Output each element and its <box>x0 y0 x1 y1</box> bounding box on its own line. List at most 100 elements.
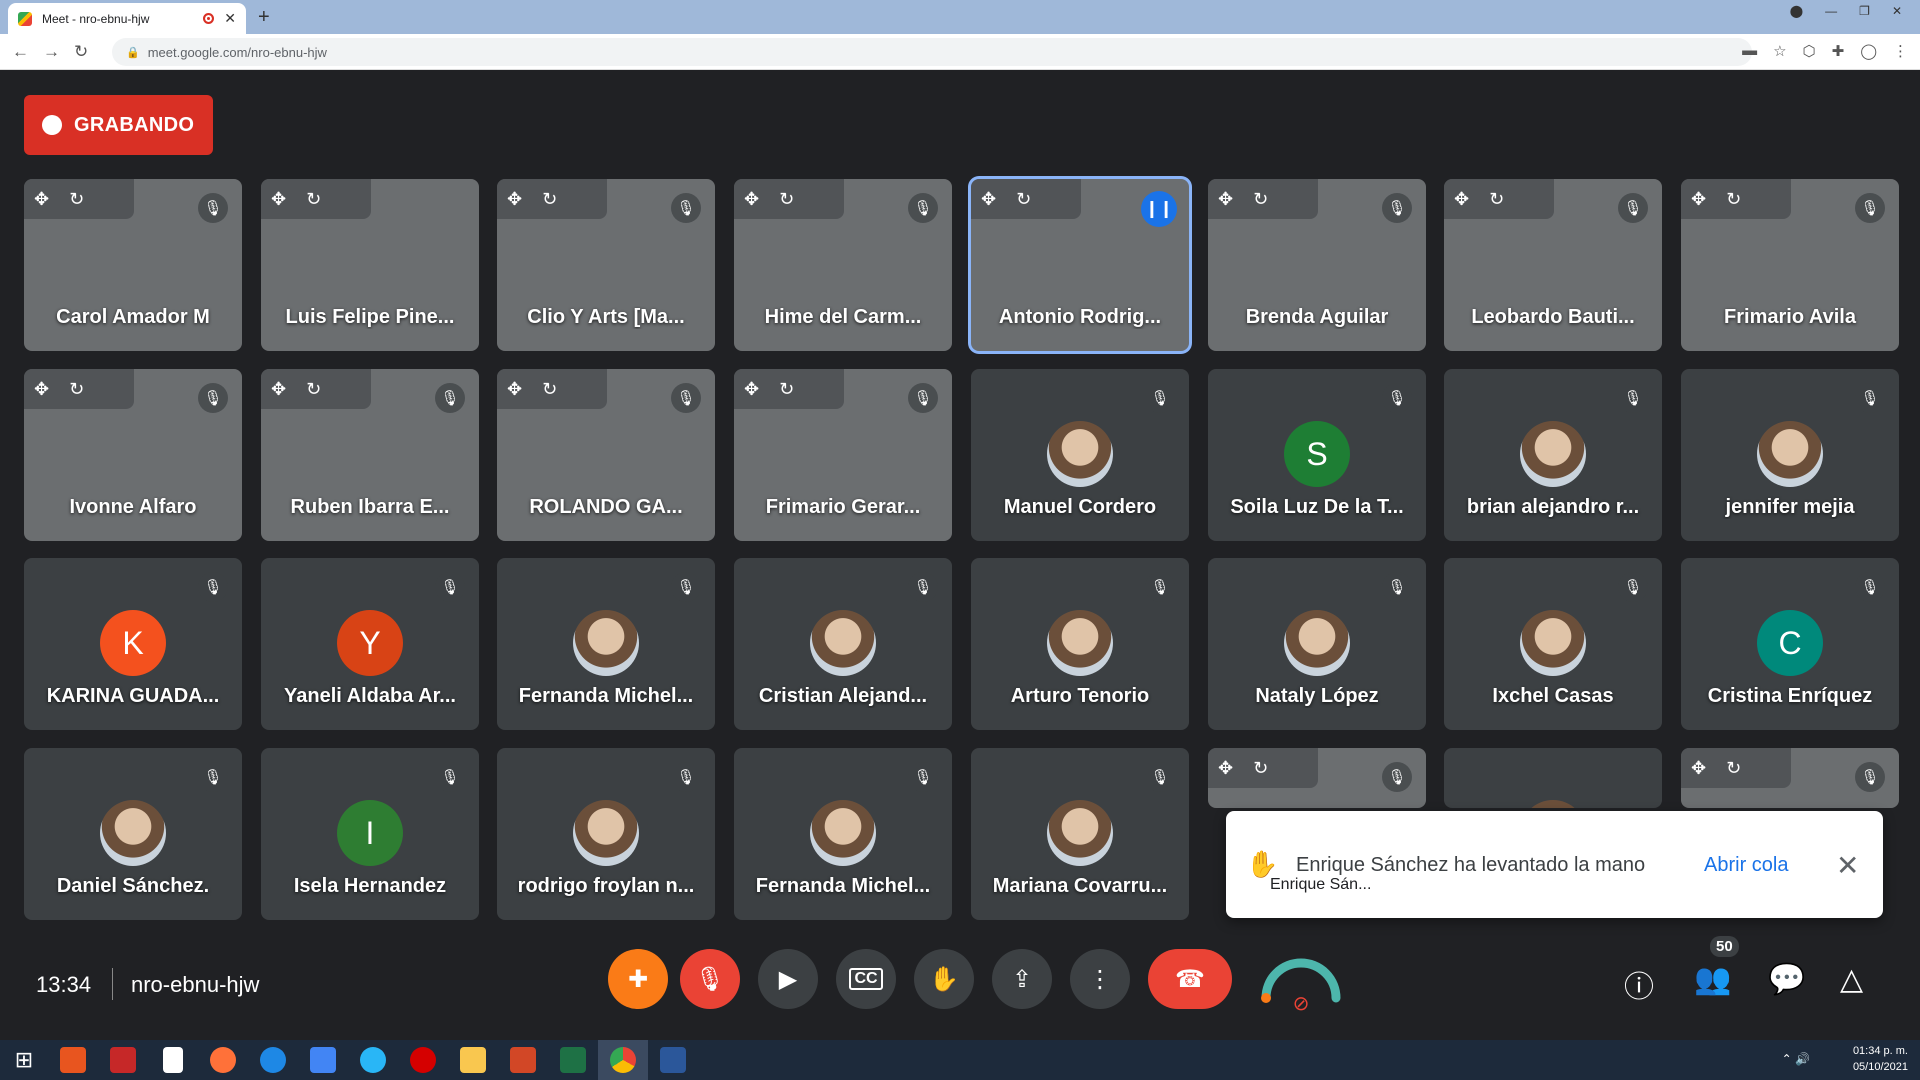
raise-hand-button[interactable]: ✋ <box>914 949 974 1009</box>
participant-tile[interactable]: ✥ ↻ 🎙 Ruben Ibarra E... <box>261 369 479 541</box>
refresh-icon[interactable]: ↻ <box>69 379 84 400</box>
profile-menu-icon[interactable]: ⬤ <box>1790 4 1803 18</box>
participant-tile[interactable]: 🎙 Daniel Sánchez. <box>24 748 242 920</box>
participant-tile[interactable]: 🎙 Ixchel Casas <box>1444 558 1662 730</box>
taskbar-app-calendar-icon[interactable] <box>98 1040 148 1080</box>
leave-call-button[interactable]: ☎ <box>1148 949 1232 1009</box>
participant-tile[interactable]: C 🎙 Cristina Enríquez <box>1681 558 1899 730</box>
taskbar-edge-icon[interactable] <box>248 1040 298 1080</box>
participant-tile[interactable]: ✥ ↻ 🎙 Frimario Avila <box>1681 179 1899 351</box>
refresh-icon[interactable]: ↻ <box>1253 189 1268 210</box>
refresh-icon[interactable]: ↻ <box>542 189 557 210</box>
reload-icon[interactable]: ↻ <box>74 42 88 62</box>
participant-tile[interactable]: 🎙 Arturo Tenorio <box>971 558 1189 730</box>
open-queue-button[interactable]: Abrir cola <box>1704 854 1788 877</box>
refresh-icon[interactable]: ↻ <box>1489 189 1504 210</box>
taskbar-excel-icon[interactable] <box>548 1040 598 1080</box>
participant-tile[interactable]: ✥ ↻ 🎙 Clio Y Arts [Ma... <box>497 179 715 351</box>
participant-tile[interactable]: 🎙 rodrigo froylan n... <box>497 748 715 920</box>
pin-move-icon[interactable]: ✥ <box>1218 758 1233 779</box>
participants-icon[interactable]: 👥 <box>1694 962 1731 997</box>
participant-tile[interactable]: 🎙 jennifer mejia <box>1681 369 1899 541</box>
add-activity-button[interactable]: ✚ <box>608 949 668 1009</box>
pin-move-icon[interactable]: ✥ <box>1454 189 1469 210</box>
close-window-icon[interactable]: ✕ <box>1892 4 1902 18</box>
taskbar-clock[interactable]: 01:34 p. m. 05/10/2021 <box>1853 1043 1908 1075</box>
participant-tile[interactable]: ✥ ↻ 🎙 Brenda Aguilar <box>1208 179 1426 351</box>
participant-tile[interactable]: ✥ ↻ 🎙 <box>1208 748 1426 808</box>
close-tab-icon[interactable]: ✕ <box>224 10 236 27</box>
participant-tile[interactable]: 🎙 Cristian Alejand... <box>734 558 952 730</box>
participant-tile[interactable]: S 🎙 Soila Luz De la T... <box>1208 369 1426 541</box>
windows-start-icon[interactable]: ⊞ <box>0 1047 48 1073</box>
participant-tile[interactable]: 🎙 Mariana Covarru... <box>971 748 1189 920</box>
visual-effects-gauge-icon[interactable]: ⊘ <box>1258 948 1344 1012</box>
pin-move-icon[interactable]: ✥ <box>507 379 522 400</box>
close-notification-icon[interactable]: ✕ <box>1836 849 1859 882</box>
taskbar-firefox-icon[interactable] <box>198 1040 248 1080</box>
minimize-icon[interactable]: — <box>1825 4 1837 18</box>
microphone-button[interactable]: 🎙 <box>680 949 740 1009</box>
camera-in-use-icon[interactable]: ▬ <box>1742 42 1757 60</box>
pin-move-icon[interactable]: ✥ <box>1691 758 1706 779</box>
participant-tile[interactable]: 🎙 Nataly López <box>1208 558 1426 730</box>
activities-icon[interactable]: △ <box>1840 962 1863 997</box>
meeting-info-icon[interactable]: ⓘ <box>1624 962 1654 1006</box>
participant-tile[interactable]: ✥ ↻ 🎙 Frimario Gerar... <box>734 369 952 541</box>
new-tab-icon[interactable]: + <box>258 6 270 29</box>
participant-tile[interactable]: Y 🎙 Yaneli Aldaba Ar... <box>261 558 479 730</box>
more-options-button[interactable]: ⋮ <box>1070 949 1130 1009</box>
refresh-icon[interactable]: ↻ <box>1253 758 1268 779</box>
refresh-icon[interactable]: ↻ <box>779 379 794 400</box>
participant-tile[interactable]: 🎙 brian alejandro r... <box>1444 369 1662 541</box>
pin-move-icon[interactable]: ✥ <box>744 189 759 210</box>
taskbar-explorer-icon[interactable] <box>448 1040 498 1080</box>
participant-tile[interactable]: K 🎙 KARINA GUADA... <box>24 558 242 730</box>
pin-move-icon[interactable]: ✥ <box>271 379 286 400</box>
refresh-icon[interactable]: ↻ <box>779 189 794 210</box>
forward-icon[interactable]: → <box>43 42 60 62</box>
bookmark-star-icon[interactable]: ☆ <box>1773 42 1786 60</box>
refresh-icon[interactable]: ↻ <box>542 379 557 400</box>
taskbar-powerpoint-icon[interactable] <box>498 1040 548 1080</box>
refresh-icon[interactable]: ↻ <box>306 189 321 210</box>
pin-move-icon[interactable]: ✥ <box>1691 189 1706 210</box>
captions-button[interactable]: CC <box>836 949 896 1009</box>
participant-tile[interactable]: 🎙 Fernanda Michel... <box>497 558 715 730</box>
pin-move-icon[interactable]: ✥ <box>34 379 49 400</box>
participant-tile[interactable]: I 🎙 Isela Hernandez <box>261 748 479 920</box>
participant-tile[interactable]: ✥ ↻ 🎙 <box>1681 748 1899 808</box>
taskbar-app-docs-icon[interactable] <box>298 1040 348 1080</box>
pin-move-icon[interactable]: ✥ <box>271 189 286 210</box>
pin-move-icon[interactable]: ✥ <box>981 189 996 210</box>
refresh-icon[interactable]: ↻ <box>306 379 321 400</box>
taskbar-chrome-icon[interactable] <box>598 1040 648 1080</box>
taskbar-app-photos-icon[interactable] <box>48 1040 98 1080</box>
pin-move-icon[interactable]: ✥ <box>34 189 49 210</box>
participant-tile[interactable] <box>1444 748 1662 808</box>
chat-icon[interactable]: 💬 <box>1768 962 1805 997</box>
refresh-icon[interactable]: ↻ <box>69 189 84 210</box>
participant-tile[interactable]: ✥ ↻ 🎙 Carol Amador M <box>24 179 242 351</box>
refresh-icon[interactable]: ↻ <box>1016 189 1031 210</box>
tray-icons[interactable]: ⌃ 🔊 <box>1782 1052 1810 1066</box>
camera-button[interactable]: ▶ <box>758 949 818 1009</box>
refresh-icon[interactable]: ↻ <box>1726 758 1741 779</box>
present-screen-button[interactable]: ⇪ <box>992 949 1052 1009</box>
participant-tile[interactable]: ✥ ↻ 🎙 Ivonne Alfaro <box>24 369 242 541</box>
participant-tile[interactable]: ✥ ↻ ❙❙ Antonio Rodrig... <box>971 179 1189 351</box>
browser-tab[interactable]: Meet - nro-ebnu-hjw ✕ <box>8 3 246 34</box>
participant-tile[interactable]: 🎙 Fernanda Michel... <box>734 748 952 920</box>
url-field[interactable]: 🔒 meet.google.com/nro-ebnu-hjw <box>112 38 1752 66</box>
participant-tile[interactable]: 🎙 Manuel Cordero <box>971 369 1189 541</box>
refresh-icon[interactable]: ↻ <box>1726 189 1741 210</box>
browser-menu-icon[interactable]: ⋮ <box>1893 42 1908 60</box>
pin-move-icon[interactable]: ✥ <box>744 379 759 400</box>
participant-tile[interactable]: ✥ ↻ 🎙 Leobardo Bauti... <box>1444 179 1662 351</box>
pin-move-icon[interactable]: ✥ <box>1218 189 1233 210</box>
pin-move-icon[interactable]: ✥ <box>507 189 522 210</box>
participant-tile[interactable]: ✥ ↻ 🎙 Hime del Carm... <box>734 179 952 351</box>
restore-icon[interactable]: ❐ <box>1859 4 1870 18</box>
taskbar-word-icon[interactable] <box>648 1040 698 1080</box>
profile-avatar-icon[interactable]: ◯ <box>1860 42 1877 60</box>
